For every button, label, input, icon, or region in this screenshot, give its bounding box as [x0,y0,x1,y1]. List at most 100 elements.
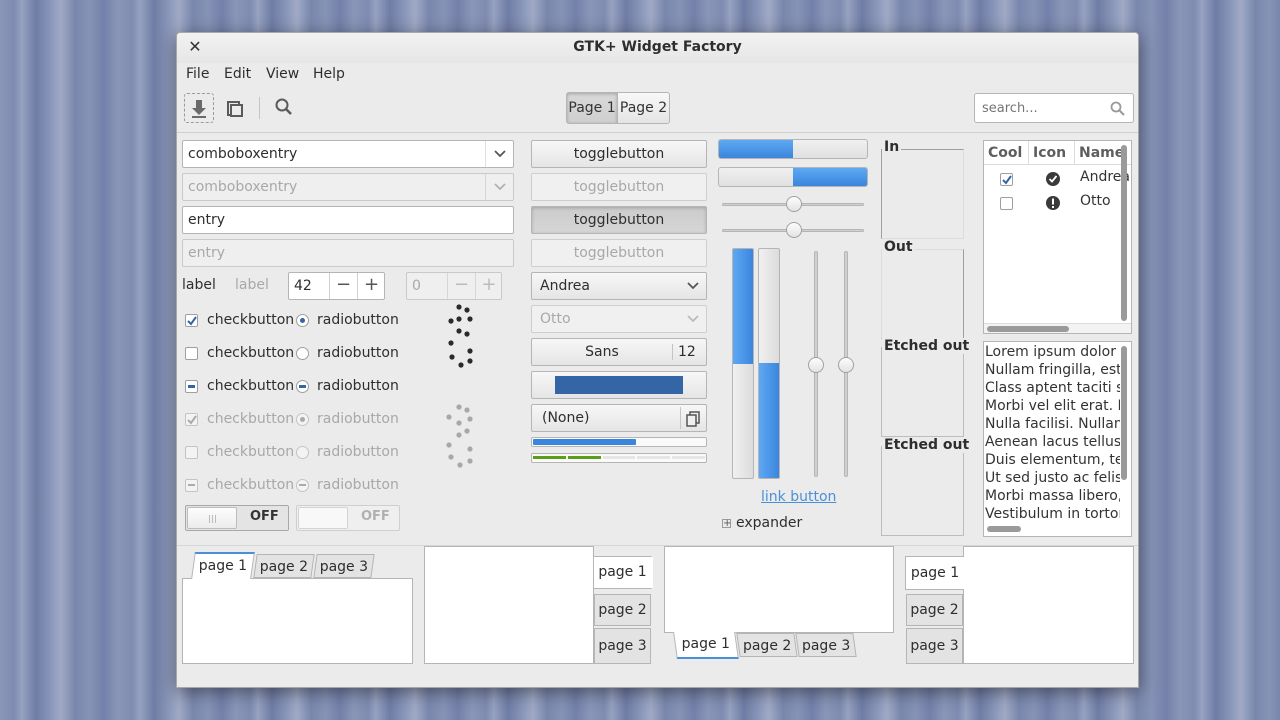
combobox[interactable]: Andrea [531,272,707,300]
vertical-scale-1[interactable] [808,251,824,477]
switch-off[interactable]: OFF [185,505,289,531]
switch-state: OFF [250,509,279,524]
vertical-scrollbar[interactable] [1121,145,1127,321]
check-label-3[interactable]: checkbutton [207,378,294,394]
row-checkbox-checked[interactable] [1000,173,1013,186]
switch-off-disabled: OFF [296,505,400,531]
tree-view[interactable]: Cool Icon Name Andrea Otto [983,140,1132,334]
find-button[interactable] [269,93,299,123]
combobox-disabled: Otto [531,305,707,333]
tab-label: page 2 [259,559,309,575]
search-input[interactable] [980,100,1110,117]
download-button[interactable] [184,93,214,123]
search-entry[interactable] [974,93,1134,123]
search-icon [275,98,292,115]
combobox-value: Andrea [540,278,590,294]
comboboxentry-disabled: comboboxentry [182,173,514,201]
checkbox-checked[interactable] [185,314,198,327]
text-line: Class aptent taciti so [985,380,1120,396]
notebook-3-tab-3[interactable]: page 3 [795,633,857,657]
radio-unselected[interactable] [296,347,309,360]
notebook-1-tab-2[interactable]: page 2 [253,554,315,578]
expander-arrow-icon[interactable]: + [722,519,731,529]
horizontal-scale-1[interactable] [722,196,864,212]
text-line: Ut sed justo ac felis [985,470,1120,486]
frame-etched-label-2: Etched out [882,437,972,453]
vertical-scale-2[interactable] [838,251,854,477]
text-line: Aenean lacus tellus, t [985,434,1120,450]
text-view[interactable]: Lorem ipsum dolor sit Nullam fringilla, … [983,341,1132,537]
notebook-1-tab-3[interactable]: page 3 [313,554,375,578]
comboboxentry[interactable]: comboboxentry [182,140,514,168]
minus-icon[interactable]: − [329,273,357,299]
checkbox-inconsistent[interactable] [185,380,198,393]
entry-disabled: entry [182,239,514,267]
entry-placeholder: entry [188,245,226,261]
checkbox-unchecked[interactable] [185,347,198,360]
horizontal-scrollbar[interactable] [987,526,1021,532]
page1-switch[interactable]: Page 1 [566,92,618,124]
menu-file[interactable]: File [186,66,209,82]
vertical-scrollbar[interactable] [1121,346,1127,480]
menu-view[interactable]: View [266,66,299,82]
radio-label-3[interactable]: radiobutton [317,378,399,394]
checkbox-inconsistent-disabled [185,479,198,492]
column-header-cool[interactable]: Cool [984,141,1029,165]
notebook-2-tab-3[interactable]: page 3 [594,628,651,664]
copy-button[interactable] [220,93,250,123]
notebook-4-tab-2[interactable]: page 2 [906,594,963,626]
link-button[interactable]: link button [761,489,836,505]
togglebutton-active[interactable]: togglebutton [531,206,707,234]
horizontal-scrollbar[interactable] [987,326,1069,332]
entry[interactable]: entry [182,206,514,234]
notebook-2-tab-1[interactable]: page 1 [594,556,653,589]
text-line: Vestibulum in tortor [985,506,1120,522]
radio-label-2[interactable]: radiobutton [317,345,399,361]
column-header-icon[interactable]: Icon [1029,141,1075,165]
radio-selected[interactable] [296,314,309,327]
togglebutton[interactable]: togglebutton [531,140,707,168]
tab-label: page 1 [910,565,960,581]
color-swatch [555,376,683,394]
frame-out [881,249,964,339]
radio-label-1[interactable]: radiobutton [317,312,399,328]
spinbutton[interactable]: 42 − + [288,272,385,300]
menu-help[interactable]: Help [313,66,345,82]
expander[interactable]: expander [736,515,802,531]
chevron-down-icon[interactable] [485,141,513,167]
radio-inconsistent[interactable] [296,380,309,393]
notebook-2-tab-2[interactable]: page 2 [594,594,651,626]
check-label-1[interactable]: checkbutton [207,312,294,328]
window-title: GTK+ Widget Factory [573,39,742,55]
horizontal-scale-2[interactable] [722,222,864,238]
chevron-down-icon [485,174,513,200]
text-content[interactable]: Lorem ipsum dolor sit Nullam fringilla, … [985,343,1120,523]
page2-switch[interactable]: Page 2 [617,92,670,124]
notebook-1-tab-1[interactable]: page 1 [191,552,255,579]
notebook-3-tab-2[interactable]: page 2 [736,633,798,657]
spin-value-disabled: 0 [412,278,421,294]
switch-handle[interactable] [187,507,237,529]
scale-knob[interactable] [808,357,824,373]
font-button[interactable]: Sans 12 [531,338,707,366]
copy-icon [227,101,243,117]
notebook-4-tab-1[interactable]: page 1 [905,556,964,590]
color-button[interactable] [531,371,707,399]
scale-knob[interactable] [786,196,802,212]
notebook-3-tab-1[interactable]: page 1 [673,632,739,659]
widget-factory-window: ✕ GTK+ Widget Factory File Edit View Hel… [176,32,1139,688]
tab-label: page 1 [198,558,248,574]
check-label-2[interactable]: checkbutton [207,345,294,361]
file-chooser-button[interactable]: (None) [531,404,707,432]
row-name-2: Otto [1080,193,1111,209]
notebook-4-tab-3[interactable]: page 3 [906,628,963,664]
plus-icon[interactable]: + [357,273,385,299]
menu-edit[interactable]: Edit [224,66,251,82]
scale-knob[interactable] [786,222,802,238]
vertical-progress-2 [758,248,780,479]
row-checkbox-unchecked[interactable] [1000,197,1013,210]
scale-knob[interactable] [838,357,854,373]
spinner-disabled-icon [446,404,473,468]
text-line: Morbi vel elit erat. M [985,398,1120,414]
dash-icon [188,385,195,388]
